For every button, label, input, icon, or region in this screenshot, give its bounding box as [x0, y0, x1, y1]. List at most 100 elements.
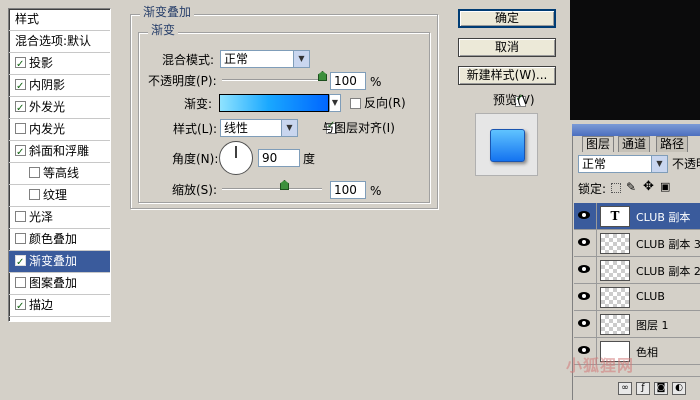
style-item-checkbox[interactable] [15, 76, 26, 97]
style-item-checkbox[interactable] [15, 142, 26, 163]
lock-label: 锁定: [578, 182, 607, 196]
style-item-checkbox[interactable] [29, 167, 40, 178]
style-item-checkbox[interactable] [15, 296, 26, 317]
angle-unit: 度 [303, 152, 316, 166]
preview-label: 预览(V) [493, 93, 535, 107]
new-style-button[interactable]: 新建样式(W)... [458, 66, 556, 85]
layer-blend-mode-select[interactable]: 正常 ▼ [578, 155, 668, 173]
style-item-checkbox[interactable] [29, 189, 40, 200]
style-item-label: 内阴影 [29, 78, 66, 92]
eye-icon[interactable] [578, 265, 590, 273]
style-preview-swatch [475, 113, 538, 176]
gradient-picker-dropdown[interactable]: ▼ [329, 94, 341, 112]
layer-style-list: 样式 混合选项:默认 投影内阴影外发光内发光斜面和浮雕等高线纹理光泽颜色叠加渐变… [8, 8, 111, 322]
watermark-logo: 小狐狸网 [566, 356, 635, 375]
style-item[interactable]: 图案叠加 [9, 273, 110, 295]
layer-row[interactable]: CLUB 副本 2 [574, 257, 700, 284]
chevron-down-icon: ▼ [293, 51, 309, 67]
scale-slider-track[interactable] [222, 188, 322, 190]
layer-row[interactable]: 图层 1 [574, 311, 700, 338]
link-icon[interactable]: ∞ [618, 382, 632, 395]
lock-pixels-icon[interactable]: ✎ [626, 180, 636, 194]
style-item-label: 颜色叠加 [29, 232, 78, 246]
canvas-background [570, 0, 700, 120]
style-item-checkbox[interactable] [15, 98, 26, 119]
style-item[interactable]: 外发光 [9, 97, 110, 119]
layer-row-divider [596, 311, 597, 338]
style-item-label: 外发光 [29, 100, 66, 114]
eye-icon[interactable] [578, 211, 590, 219]
ok-button[interactable]: 确定 [458, 9, 556, 28]
style-item[interactable]: 描边 [9, 295, 110, 317]
opacity-input[interactable]: 100 [330, 72, 366, 90]
gradient-preview-bar[interactable] [219, 94, 329, 112]
layer-opacity-label: 不透明 [672, 157, 700, 171]
scale-label: 缩放(S): [172, 183, 218, 197]
panel-titlebar[interactable] [572, 124, 700, 136]
layer-thumbnail [600, 314, 630, 335]
scale-input[interactable]: 100 [330, 181, 366, 199]
eye-icon[interactable] [578, 292, 590, 300]
lock-position-icon[interactable]: ✥ [643, 179, 654, 194]
layer-name: CLUB 副本 [636, 211, 691, 224]
layer-row[interactable]: CLUB 副本 3 [574, 230, 700, 257]
style-item-label: 内发光 [29, 122, 66, 136]
eye-icon[interactable] [578, 238, 590, 246]
layer-row[interactable]: T CLUB 副本 [574, 203, 700, 230]
layer-row[interactable]: CLUB [574, 284, 700, 311]
style-item-label: 等高线 [43, 166, 80, 180]
blend-options-item[interactable]: 混合选项:默认 [9, 31, 110, 53]
angle-input[interactable]: 90 [258, 149, 300, 167]
style-item-label: 图案叠加 [29, 276, 78, 290]
layer-name: CLUB [636, 290, 665, 303]
layers-panel-footer: ∞ ƒ ◙ ◐ [574, 376, 700, 400]
tab-channels[interactable]: 通道 [618, 136, 651, 152]
blend-mode-value: 正常 [224, 52, 249, 66]
style-item[interactable]: 内发光 [9, 119, 110, 141]
style-item-checkbox[interactable] [15, 211, 26, 222]
style-item[interactable]: 光泽 [9, 207, 110, 229]
lock-transparency-icon[interactable] [611, 183, 621, 193]
reverse-label: 反向(R) [364, 96, 406, 110]
blend-mode-select[interactable]: 正常 ▼ [220, 50, 310, 68]
style-item-checkbox[interactable] [15, 54, 26, 75]
layer-name: CLUB 副本 2 [636, 265, 700, 278]
gradient-style-value: 线性 [224, 121, 249, 135]
style-item-label: 描边 [29, 298, 54, 312]
gradient-style-select[interactable]: 线性 ▼ [220, 119, 298, 137]
eye-icon[interactable] [578, 319, 590, 327]
preview-square [490, 129, 525, 162]
styles-header[interactable]: 样式 [9, 9, 110, 31]
style-item-label: 投影 [29, 56, 54, 70]
style-item[interactable]: 等高线 [9, 163, 110, 185]
layer-blend-mode-value: 正常 [582, 157, 607, 171]
style-item-checkbox[interactable] [15, 252, 26, 273]
adjustment-icon[interactable]: ◐ [672, 382, 686, 395]
add-mask-icon[interactable]: ◙ [654, 382, 668, 395]
layer-name: 色相 [636, 346, 658, 359]
style-item[interactable]: 颜色叠加 [9, 229, 110, 251]
tab-paths[interactable]: 路径 [656, 136, 689, 152]
style-item[interactable]: 渐变叠加 [9, 251, 110, 273]
layer-name: CLUB 副本 3 [636, 238, 700, 251]
style-item-checkbox[interactable] [15, 277, 26, 288]
style-item[interactable]: 斜面和浮雕 [9, 141, 110, 163]
reverse-checkbox[interactable] [350, 98, 361, 109]
style-item[interactable]: 纹理 [9, 185, 110, 207]
angle-dial[interactable] [219, 141, 253, 175]
style-item[interactable]: 内阴影 [9, 75, 110, 97]
opacity-percent: % [370, 75, 382, 89]
style-item-checkbox[interactable] [15, 233, 26, 244]
lock-all-icon[interactable]: ▣ [660, 180, 670, 193]
opacity-slider-track[interactable] [222, 79, 322, 81]
layer-thumbnail [600, 287, 630, 308]
text-layer-thumbnail: T [600, 206, 630, 227]
layer-thumbnail [600, 260, 630, 281]
style-item-label: 渐变叠加 [29, 254, 78, 268]
cancel-button[interactable]: 取消 [458, 38, 556, 57]
angle-dial-needle [235, 146, 237, 158]
add-style-icon[interactable]: ƒ [636, 382, 650, 395]
style-item-checkbox[interactable] [15, 123, 26, 134]
style-item[interactable]: 投影 [9, 53, 110, 75]
tab-layers[interactable]: 图层 [582, 136, 615, 152]
